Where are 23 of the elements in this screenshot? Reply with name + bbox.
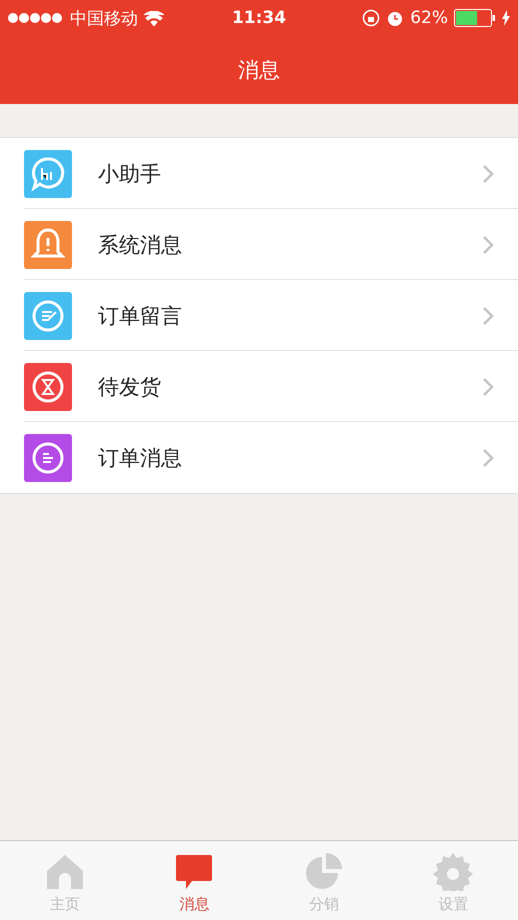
- wifi-icon: [144, 10, 164, 26]
- battery-icon: [454, 9, 496, 27]
- message-category-item[interactable]: 订单留言: [0, 280, 518, 351]
- battery-percent: 62%: [410, 8, 448, 28]
- chevron-right-icon: [482, 234, 494, 254]
- carrier-name: 中国移动: [70, 8, 138, 30]
- signal-icon: [8, 13, 64, 23]
- chevron-right-icon: [482, 164, 494, 184]
- message-category-item[interactable]: 订单消息: [0, 422, 518, 493]
- chevron-right-icon: [482, 306, 494, 326]
- chevron-right-icon: [482, 376, 494, 396]
- alarm-clock-icon: [386, 9, 404, 27]
- page-title: 消息: [237, 57, 281, 84]
- pie-chart-icon: [304, 851, 344, 891]
- charging-icon: [502, 10, 510, 26]
- chevron-right-icon: [482, 448, 494, 468]
- message-category-item[interactable]: 小助手: [0, 138, 518, 209]
- settings-icon: [433, 851, 474, 891]
- rotation-lock-icon: [362, 9, 380, 27]
- message-category-item[interactable]: 待发货: [0, 351, 518, 422]
- status-time: 11:34: [232, 8, 286, 28]
- message-category-item[interactable]: 系统消息: [0, 209, 518, 280]
- tab-item[interactable]: 消息: [130, 841, 259, 920]
